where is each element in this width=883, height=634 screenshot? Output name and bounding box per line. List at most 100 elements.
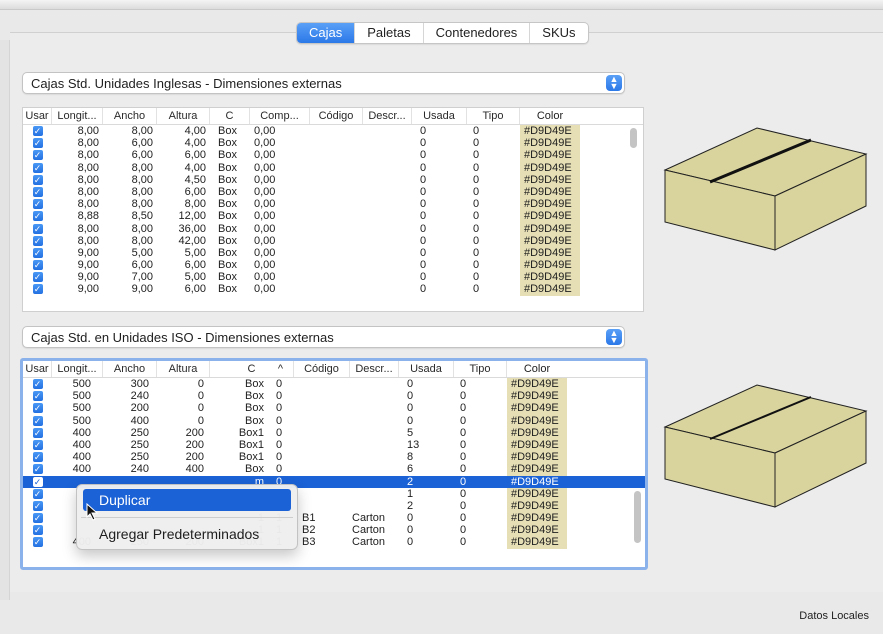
box-set-select-iso[interactable]: Cajas Std. en Unidades ISO - Dimensiones…	[22, 326, 625, 348]
cell-usada: 0	[420, 137, 427, 150]
col-header-codigo[interactable]: Código	[294, 361, 350, 377]
col-header-tipo[interactable]: Tipo	[467, 108, 520, 124]
checkbox-checked-icon[interactable]: ✓	[32, 186, 43, 197]
tab-contenedores[interactable]: Contenedores	[424, 23, 531, 43]
table-row[interactable]: ✓ 500 400 0 Box 0 0 0 #D9D49E	[23, 414, 645, 427]
checkbox-checked-icon[interactable]: ✓	[32, 439, 43, 450]
checkbox-checked-icon[interactable]: ✓	[32, 150, 43, 161]
cell-descr	[350, 451, 399, 463]
checkbox-checked-icon[interactable]: ✓	[32, 235, 43, 246]
col-header-descr[interactable]: Descr...	[350, 361, 399, 377]
cell-codigo	[310, 162, 363, 174]
checkbox-checked-icon[interactable]: ✓	[32, 476, 43, 487]
table-row[interactable]: ✓ 8,00 6,00 4,00 Box 0,00 0 0 #D9D49E	[23, 137, 643, 150]
col-header-usada[interactable]: Usada	[399, 361, 454, 377]
table-row[interactable]: ✓ 8,00 8,00 4,00 Box 0,00 0 0 #D9D49E	[23, 125, 643, 138]
cell-descr	[363, 235, 412, 247]
checkbox-checked-icon[interactable]: ✓	[32, 488, 43, 499]
col-header-usar[interactable]: Usar	[23, 108, 52, 124]
checkbox-checked-icon[interactable]: ✓	[32, 464, 43, 475]
col-header-usada[interactable]: Usada	[412, 108, 467, 124]
table-row[interactable]: ✓ 8,00 6,00 6,00 Box 0,00 0 0 #D9D49E	[23, 149, 643, 162]
col-header-comp[interactable]: Comp...	[250, 108, 310, 124]
cell-c: Box	[218, 125, 237, 137]
checkbox-checked-icon[interactable]: ✓	[32, 272, 43, 283]
tab-cajas[interactable]: Cajas	[297, 23, 356, 43]
cell-descr	[363, 247, 412, 259]
checkbox-checked-icon[interactable]: ✓	[32, 162, 43, 173]
table-row[interactable]: ✓ 400 250 200 Box1 0 13 0 #D9D49E	[23, 438, 645, 452]
table-scrollbar-thumb[interactable]	[630, 128, 637, 148]
table-row[interactable]: ✓ 8,00 8,00 4,00 Box 0,00 0 0 #D9D49E	[23, 161, 643, 174]
checkbox-checked-icon[interactable]: ✓	[32, 452, 43, 463]
cell-descr: Carton	[352, 512, 386, 525]
table-row[interactable]: ✓ 8,00 8,00 36,00 Box 0,00 0 0 #D9D49E	[23, 222, 643, 235]
checkbox-checked-icon[interactable]: ✓	[32, 513, 43, 524]
table-row[interactable]: ✓ 8,88 8,50 12,00 Box 0,00 0 0 #D9D49E	[23, 210, 643, 223]
table-row[interactable]: ✓ 9,00 9,00 6,00 Box 0,00 0 0 #D9D49E	[23, 283, 643, 296]
col-header-c[interactable]: C ^	[210, 361, 294, 377]
table-row[interactable]: ✓ 500 240 0 Box 0 0 0 #D9D49E	[23, 390, 645, 403]
checkbox-checked-icon[interactable]: ✓	[32, 174, 43, 185]
checkbox-checked-icon[interactable]: ✓	[32, 260, 43, 271]
cell-tipo: 0	[460, 463, 467, 476]
table-row[interactable]: ✓ 400 250 200 Box1 0 5 0 #D9D49E	[23, 426, 645, 439]
cell-c: Box	[218, 283, 237, 296]
checkbox-checked-icon[interactable]: ✓	[32, 537, 43, 548]
cell-tipo: 0	[473, 222, 480, 235]
col-header-c[interactable]: C	[210, 108, 250, 124]
box-set-select-imperial[interactable]: Cajas Std. Unidades Inglesas - Dimension…	[22, 72, 625, 94]
cell-usada: 0	[407, 390, 414, 403]
table-row[interactable]: ✓ 8,00 8,00 8,00 Box 0,00 0 0 #D9D49E	[23, 198, 643, 211]
checkbox-checked-icon[interactable]: ✓	[32, 247, 43, 258]
col-header-usar[interactable]: Usar	[23, 361, 52, 377]
col-header-longitud[interactable]: Longit...	[52, 361, 103, 377]
col-header-codigo[interactable]: Código	[310, 108, 363, 124]
mouse-cursor-icon	[86, 503, 99, 521]
checkbox-checked-icon[interactable]: ✓	[32, 500, 43, 511]
menu-item-duplicar[interactable]: Duplicar	[83, 489, 291, 511]
use-checkbox: ✓	[23, 223, 52, 235]
checkbox-checked-icon[interactable]: ✓	[32, 525, 43, 536]
checkbox-checked-icon[interactable]: ✓	[32, 223, 43, 234]
table-row[interactable]: ✓ 400 240 400 Box 0 6 0 #D9D49E	[23, 463, 645, 476]
col-header-ancho[interactable]: Ancho	[103, 108, 157, 124]
table-row[interactable]: ✓ 9,00 6,00 6,00 Box 0,00 0 0 #D9D49E	[23, 259, 643, 272]
checkbox-checked-icon[interactable]: ✓	[32, 199, 43, 210]
tab-paletas[interactable]: Paletas	[355, 23, 424, 43]
col-header-descr[interactable]: Descr...	[363, 108, 412, 124]
tab-skus[interactable]: SKUs	[530, 23, 587, 43]
checkbox-checked-icon[interactable]: ✓	[32, 427, 43, 438]
checkbox-checked-icon[interactable]: ✓	[32, 126, 43, 136]
col-header-ancho[interactable]: Ancho	[103, 361, 157, 377]
select-arrows-icon: ▲ ▼	[606, 329, 622, 345]
menu-item-agregar-predeterminados[interactable]: Agregar Predeterminados	[83, 523, 291, 545]
table-row[interactable]: ✓ 500 300 0 Box 0 0 0 #D9D49E	[23, 378, 645, 391]
cell-tipo: 0	[460, 402, 467, 415]
cell-ancho: 250	[130, 438, 149, 451]
col-header-color[interactable]: Color	[507, 361, 567, 377]
cell-color: #D9D49E	[520, 271, 580, 284]
table-row[interactable]: ✓ 8,00 8,00 42,00 Box 0,00 0 0 #D9D49E	[23, 234, 643, 247]
col-header-longitud[interactable]: Longit...	[52, 108, 103, 124]
table-row[interactable]: ✓ 9,00 5,00 5,00 Box 0,00 0 0 #D9D49E	[23, 246, 643, 260]
table-row[interactable]: ✓ 8,00 8,00 6,00 Box 0,00 0 0 #D9D49E	[23, 185, 643, 199]
checkbox-checked-icon[interactable]: ✓	[32, 211, 43, 222]
col-header-altura[interactable]: Altura	[157, 361, 210, 377]
select-arrows-icon: ▲ ▼	[606, 75, 622, 91]
checkbox-checked-icon[interactable]: ✓	[32, 379, 43, 389]
checkbox-checked-icon[interactable]: ✓	[32, 403, 43, 414]
table-scrollbar-thumb[interactable]	[634, 491, 641, 543]
checkbox-checked-icon[interactable]: ✓	[32, 415, 43, 426]
col-header-altura[interactable]: Altura	[157, 108, 210, 124]
checkbox-checked-icon[interactable]: ✓	[32, 391, 43, 402]
table-row[interactable]: ✓ 8,00 8,00 4,50 Box 0,00 0 0 #D9D49E	[23, 173, 643, 186]
table-row[interactable]: ✓ 400 250 200 Box1 0 8 0 #D9D49E	[23, 451, 645, 464]
table-row[interactable]: ✓ 9,00 7,00 5,00 Box 0,00 0 0 #D9D49E	[23, 271, 643, 284]
table-row[interactable]: ✓ 500 200 0 Box 0 0 0 #D9D49E	[23, 402, 645, 415]
col-header-tipo[interactable]: Tipo	[454, 361, 507, 377]
checkbox-checked-icon[interactable]: ✓	[32, 138, 43, 149]
col-header-color[interactable]: Color	[520, 108, 580, 124]
checkbox-checked-icon[interactable]: ✓	[32, 284, 43, 295]
imperial-boxes-table[interactable]: Usar Longit... Ancho Altura C Comp... Có…	[22, 107, 644, 312]
